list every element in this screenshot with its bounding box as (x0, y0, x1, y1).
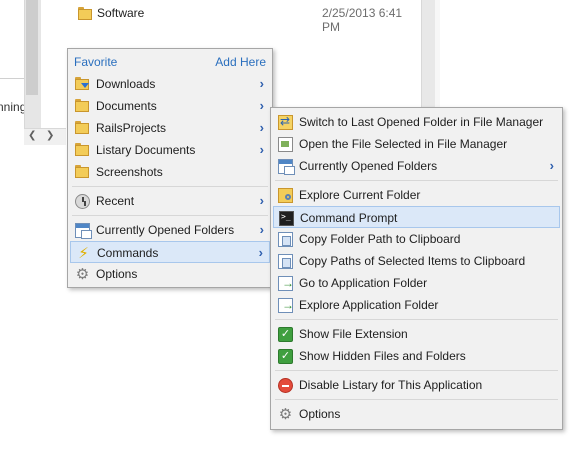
favorite-item-documents[interactable]: Documents › (70, 95, 270, 117)
menu-item-label: Options (299, 407, 341, 421)
copy-icon (278, 254, 293, 269)
scrollbar-thumb[interactable] (26, 0, 38, 95)
file-name: Software (97, 6, 145, 20)
chevron-right-icon: › (259, 222, 264, 237)
menu-item-label: RailsProjects (96, 121, 167, 135)
favorite-item-railsprojects[interactable]: RailsProjects › (70, 117, 270, 139)
command-prompt-item[interactable]: Command Prompt (273, 206, 560, 228)
show-hidden-files-item[interactable]: ✓ Show Hidden Files and Folders (273, 345, 560, 367)
folder-icon (75, 165, 89, 178)
menu-item-label: Screenshots (96, 165, 163, 179)
explore-app-folder-item[interactable]: Explore Application Folder (273, 294, 560, 316)
menu-item-label: Show Hidden Files and Folders (299, 349, 466, 363)
menu-separator (72, 215, 268, 216)
recent-menu-item[interactable]: Recent › (70, 190, 270, 212)
menu-item-label: Show File Extension (299, 327, 408, 341)
menu-item-label: Currently Opened Folders (96, 223, 235, 237)
windows-icon (75, 223, 92, 239)
chevron-right-icon: › (259, 98, 264, 113)
chevron-right-icon: › (549, 158, 554, 173)
menu-separator (275, 319, 558, 320)
downloads-folder-icon (75, 77, 89, 90)
folder-icon (75, 143, 89, 156)
add-here-link[interactable]: Add Here (215, 55, 266, 69)
menu-item-label: Copy Paths of Selected Items to Clipboar… (299, 254, 526, 268)
gear-icon: ⚙ (75, 266, 90, 283)
explore-current-folder-item[interactable]: Explore Current Folder (273, 184, 560, 206)
scroll-right-arrow-icon[interactable]: ❯ (46, 128, 56, 144)
menu-separator (275, 180, 558, 181)
folder-icon (75, 99, 89, 112)
chevron-right-icon: › (259, 76, 264, 91)
divider (0, 78, 24, 79)
open-selected-file-item[interactable]: Open the File Selected in File Manager (273, 133, 560, 155)
folder-icon (75, 121, 89, 134)
menu-item-label: Copy Folder Path to Clipboard (299, 232, 461, 246)
favorite-header: Favorite (74, 55, 118, 69)
menu-item-label: Documents (96, 99, 157, 113)
options-menu-item[interactable]: ⚙ Options (70, 263, 270, 285)
file-icon (278, 137, 293, 152)
lightning-icon: ⚡ (78, 245, 89, 262)
menu-item-label: Disable Listary for This Application (299, 378, 483, 392)
chevron-right-icon: › (259, 193, 264, 208)
menu-item-label: Command Prompt (300, 211, 398, 225)
currently-opened-folders-sub-item[interactable]: Currently Opened Folders › (273, 155, 560, 177)
listary-main-menu: Favorite Add Here Downloads › Documents … (67, 48, 273, 288)
disable-icon (278, 378, 293, 393)
show-file-extension-item[interactable]: ✓ Show File Extension (273, 323, 560, 345)
menu-item-label: Options (96, 267, 138, 281)
favorite-item-listary-documents[interactable]: Listary Documents › (70, 139, 270, 161)
go-to-app-folder-item[interactable]: Go to Application Folder (273, 272, 560, 294)
copy-selected-paths-item[interactable]: Copy Paths of Selected Items to Clipboar… (273, 250, 560, 272)
menu-item-label: Recent (96, 194, 135, 208)
menu-item-label: Listary Documents (96, 143, 196, 157)
menu-item-label: Open the File Selected in File Manager (299, 137, 508, 151)
menu-item-label: Downloads (96, 77, 156, 91)
menu-item-label: Go to Application Folder (299, 276, 428, 290)
switch-folder-icon (278, 114, 293, 130)
copy-icon (278, 232, 293, 247)
options-sub-item[interactable]: ⚙ Options (273, 403, 560, 425)
currently-opened-folders-item[interactable]: Currently Opened Folders › (70, 219, 270, 241)
chevron-right-icon: › (259, 142, 264, 157)
chevron-right-icon: › (258, 245, 263, 260)
menu-item-label: Explore Current Folder (299, 188, 421, 202)
goto-folder-icon (278, 276, 294, 291)
menu-item-label: Explore Application Folder (299, 298, 439, 312)
chevron-right-icon: › (259, 120, 264, 135)
file-row[interactable]: Software 2/25/2013 6:41 PM (74, 2, 420, 34)
disable-listary-item[interactable]: Disable Listary for This Application (273, 374, 560, 396)
favorite-item-downloads[interactable]: Downloads › (70, 73, 270, 95)
windows-icon (278, 159, 295, 175)
explore-folder-icon (278, 188, 293, 203)
check-icon: ✓ (278, 349, 293, 364)
menu-item-label: Commands (97, 246, 159, 260)
menu-separator (275, 370, 558, 371)
file-date: 2/25/2013 6:41 PM (322, 6, 403, 34)
switch-last-folder-item[interactable]: Switch to Last Opened Folder in File Man… (273, 111, 560, 133)
favorite-item-screenshots[interactable]: Screenshots (70, 161, 270, 183)
clock-icon (75, 194, 90, 209)
menu-separator (72, 186, 268, 187)
explore-app-icon (278, 298, 294, 313)
menu-separator (275, 399, 558, 400)
command-prompt-icon (279, 211, 294, 226)
commands-menu-item[interactable]: ⚡ Commands › (70, 241, 270, 263)
gear-icon: ⚙ (278, 406, 293, 423)
scroll-left-arrow-icon[interactable]: ❮ (28, 128, 38, 144)
commands-submenu: Switch to Last Opened Folder in File Man… (270, 107, 563, 430)
menu-item-label: Switch to Last Opened Folder in File Man… (299, 115, 544, 129)
copy-folder-path-item[interactable]: Copy Folder Path to Clipboard (273, 228, 560, 250)
menu-item-label: Currently Opened Folders (299, 159, 438, 173)
folder-icon (78, 7, 92, 20)
check-icon: ✓ (278, 327, 293, 342)
partial-text: nning (0, 100, 27, 114)
